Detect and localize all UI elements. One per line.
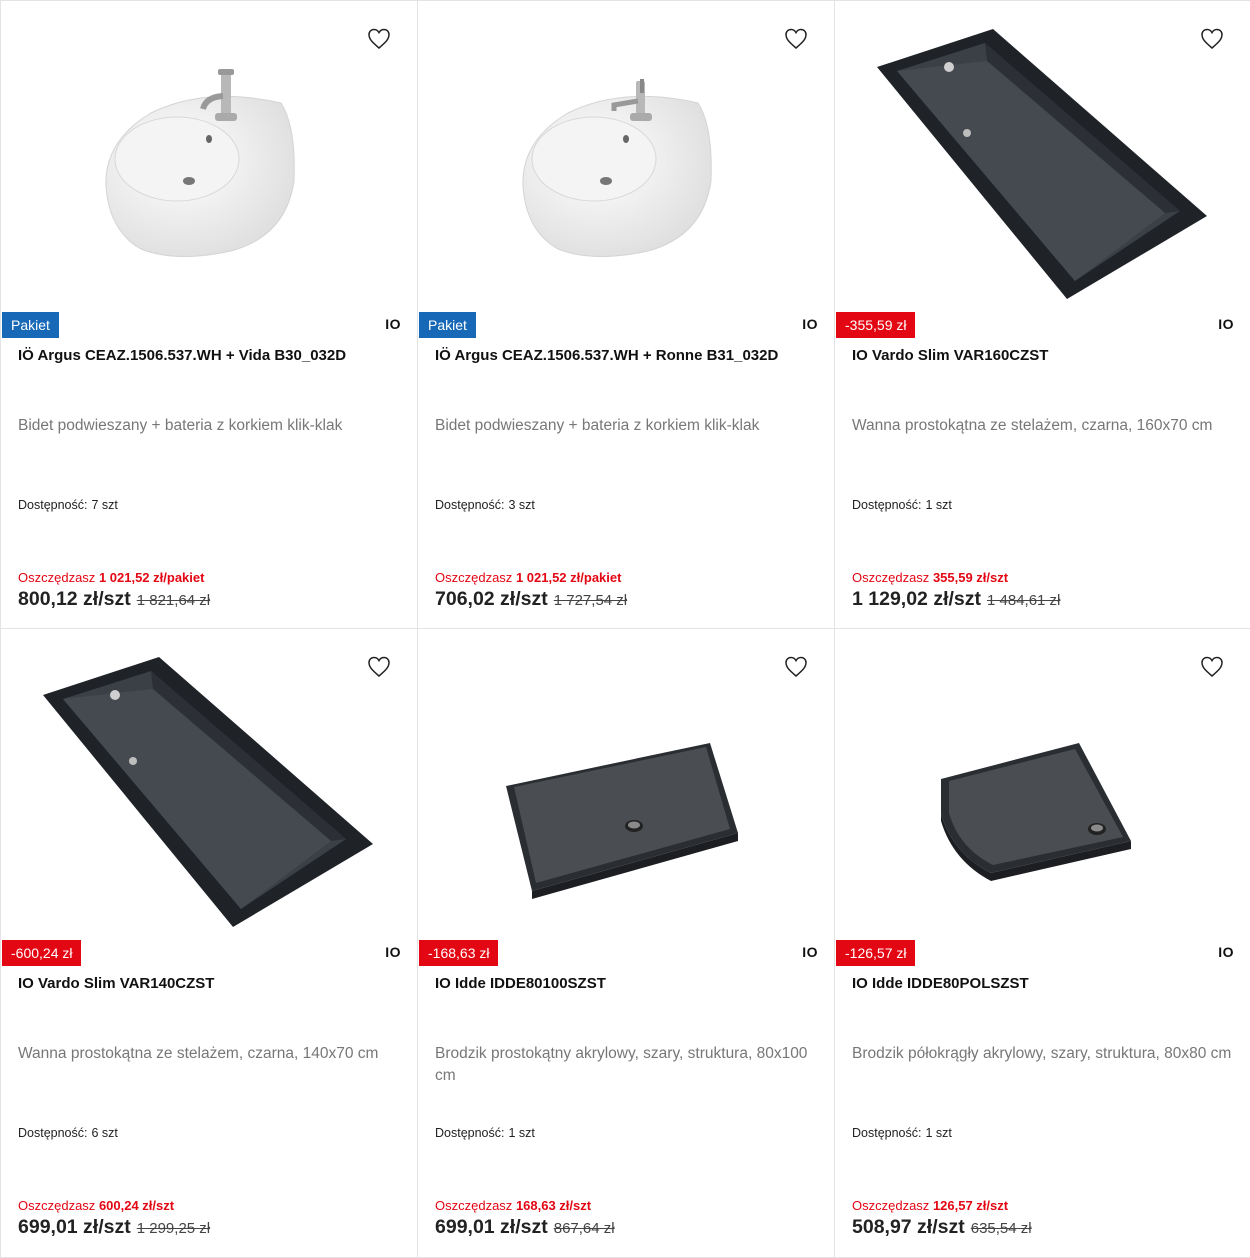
current-price: 699,01 zł/szt	[435, 1216, 548, 1238]
savings: Oszczędzasz 1 021,52 zł/pakiet	[18, 570, 204, 585]
heart-icon[interactable]	[367, 27, 391, 51]
availability-value: 1 szt	[508, 1126, 535, 1140]
old-price: 1 484,61 zł	[987, 592, 1061, 609]
price-row: 508,97 zł/szt 635,54 zł	[852, 1216, 1032, 1239]
availability: Dostępność: 7 szt	[18, 498, 118, 512]
price-row: 699,01 zł/szt 1 299,25 zł	[18, 1216, 210, 1239]
availability-value: 1 szt	[925, 1126, 952, 1140]
brand-label: IO	[802, 316, 818, 332]
price-row: 706,02 zł/szt 1 727,54 zł	[435, 588, 627, 611]
savings-amount: 1 021,52 zł/pakiet	[515, 570, 622, 585]
availability: Dostępność: 1 szt	[435, 1126, 535, 1140]
availability-value: 7 szt	[91, 498, 118, 512]
current-price: 800,12 zł/szt	[18, 588, 131, 610]
savings-label: Oszczędzasz	[435, 570, 513, 585]
product-card[interactable]: -355,59 zł IO IO Vardo Slim VAR160CZST W…	[834, 0, 1250, 629]
current-price: 1 129,02 zł/szt	[852, 588, 981, 610]
product-image[interactable]	[418, 629, 834, 939]
old-price: 1 299,25 zł	[136, 1220, 211, 1237]
product-description: Wanna prostokątna ze stelażem, czarna, 1…	[852, 417, 1213, 434]
product-name[interactable]: IO Idde IDDE80100SZST	[435, 975, 824, 992]
product-grid: Pakiet IO IÖ Argus CEAZ.1506.537.WH + Vi…	[0, 0, 1250, 1258]
heart-icon[interactable]	[1200, 27, 1224, 51]
heart-icon[interactable]	[1200, 655, 1224, 679]
availability: Dostępność: 1 szt	[852, 1126, 952, 1140]
current-price: 508,97 zł/szt	[852, 1216, 965, 1238]
savings-label: Oszczędzasz	[852, 570, 930, 585]
brand-label: IO	[385, 316, 401, 332]
availability-label: Dostępność:	[852, 1126, 922, 1140]
product-card[interactable]: Pakiet IO IÖ Argus CEAZ.1506.537.WH + Ro…	[417, 0, 835, 629]
savings-label: Oszczędzasz	[852, 1198, 930, 1213]
availability-label: Dostępność:	[18, 1126, 88, 1140]
savings-amount: 600,24 zł/szt	[98, 1198, 175, 1213]
availability-label: Dostępność:	[435, 498, 505, 512]
product-description: Brodzik półokrągły akrylowy, szary, stru…	[852, 1045, 1232, 1062]
price-row: 800,12 zł/szt 1 821,64 zł	[18, 588, 210, 611]
availability-value: 6 szt	[91, 1126, 118, 1140]
product-name[interactable]: IO Idde IDDE80POLSZST	[852, 975, 1240, 992]
package-badge: Pakiet	[2, 312, 59, 338]
product-image[interactable]	[1, 629, 417, 939]
price-row: 1 129,02 zł/szt 1 484,61 zł	[852, 588, 1060, 611]
availability: Dostępność: 3 szt	[435, 498, 535, 512]
brand-label: IO	[1218, 316, 1234, 332]
product-image[interactable]	[418, 1, 834, 311]
savings: Oszczędzasz 126,57 zł/szt	[852, 1198, 1008, 1213]
package-badge: Pakiet	[419, 312, 476, 338]
savings-amount: 1 021,52 zł/pakiet	[98, 570, 205, 585]
savings-amount: 168,63 zł/szt	[515, 1198, 592, 1213]
old-price: 1 821,64 zł	[136, 592, 211, 609]
old-price: 635,54 zł	[970, 1220, 1032, 1237]
savings: Oszczędzasz 1 021,52 zł/pakiet	[435, 570, 621, 585]
price-row: 699,01 zł/szt 867,64 zł	[435, 1216, 615, 1239]
discount-badge: -168,63 zł	[419, 940, 499, 966]
discount-badge: -600,24 zł	[2, 940, 82, 966]
product-description: Wanna prostokątna ze stelażem, czarna, 1…	[18, 1045, 379, 1062]
product-card[interactable]: -168,63 zł IO IO Idde IDDE80100SZST Brod…	[417, 628, 835, 1258]
product-image[interactable]	[835, 629, 1250, 939]
availability: Dostępność: 6 szt	[18, 1126, 118, 1140]
discount-badge: -126,57 zł	[836, 940, 916, 966]
product-image[interactable]	[835, 1, 1250, 311]
savings-amount: 355,59 zł/szt	[932, 570, 1009, 585]
product-image[interactable]	[1, 1, 417, 311]
savings-label: Oszczędzasz	[435, 1198, 513, 1213]
product-name[interactable]: IÖ Argus CEAZ.1506.537.WH + Ronne B31_03…	[435, 347, 824, 364]
product-description: Brodzik prostokątny akrylowy, szary, str…	[435, 1045, 808, 1084]
old-price: 867,64 zł	[553, 1220, 615, 1237]
savings: Oszczędzasz 168,63 zł/szt	[435, 1198, 591, 1213]
savings: Oszczędzasz 600,24 zł/szt	[18, 1198, 174, 1213]
savings-label: Oszczędzasz	[18, 570, 96, 585]
product-card[interactable]: -126,57 zł IO IO Idde IDDE80POLSZST Brod…	[834, 628, 1250, 1258]
discount-badge: -355,59 zł	[836, 312, 916, 338]
availability-label: Dostępność:	[435, 1126, 505, 1140]
availability: Dostępność: 1 szt	[852, 498, 952, 512]
brand-label: IO	[1218, 944, 1234, 960]
old-price: 1 727,54 zł	[553, 592, 628, 609]
product-name[interactable]: IÖ Argus CEAZ.1506.537.WH + Vida B30_032…	[18, 347, 407, 364]
savings: Oszczędzasz 355,59 zł/szt	[852, 570, 1008, 585]
availability-label: Dostępność:	[18, 498, 88, 512]
availability-value: 1 szt	[925, 498, 952, 512]
savings-amount: 126,57 zł/szt	[932, 1198, 1009, 1213]
product-card[interactable]: Pakiet IO IÖ Argus CEAZ.1506.537.WH + Vi…	[0, 0, 418, 629]
availability-label: Dostępność:	[852, 498, 922, 512]
availability-value: 3 szt	[508, 498, 535, 512]
product-description: Bidet podwieszany + bateria z korkiem kl…	[18, 417, 343, 434]
product-description: Bidet podwieszany + bateria z korkiem kl…	[435, 417, 760, 434]
product-name[interactable]: IO Vardo Slim VAR160CZST	[852, 347, 1240, 364]
heart-icon[interactable]	[367, 655, 391, 679]
product-name[interactable]: IO Vardo Slim VAR140CZST	[18, 975, 407, 992]
heart-icon[interactable]	[784, 655, 808, 679]
savings-label: Oszczędzasz	[18, 1198, 96, 1213]
product-card[interactable]: -600,24 zł IO IO Vardo Slim VAR140CZST W…	[0, 628, 418, 1258]
heart-icon[interactable]	[784, 27, 808, 51]
brand-label: IO	[385, 944, 401, 960]
current-price: 699,01 zł/szt	[18, 1216, 131, 1238]
brand-label: IO	[802, 944, 818, 960]
current-price: 706,02 zł/szt	[435, 588, 548, 610]
